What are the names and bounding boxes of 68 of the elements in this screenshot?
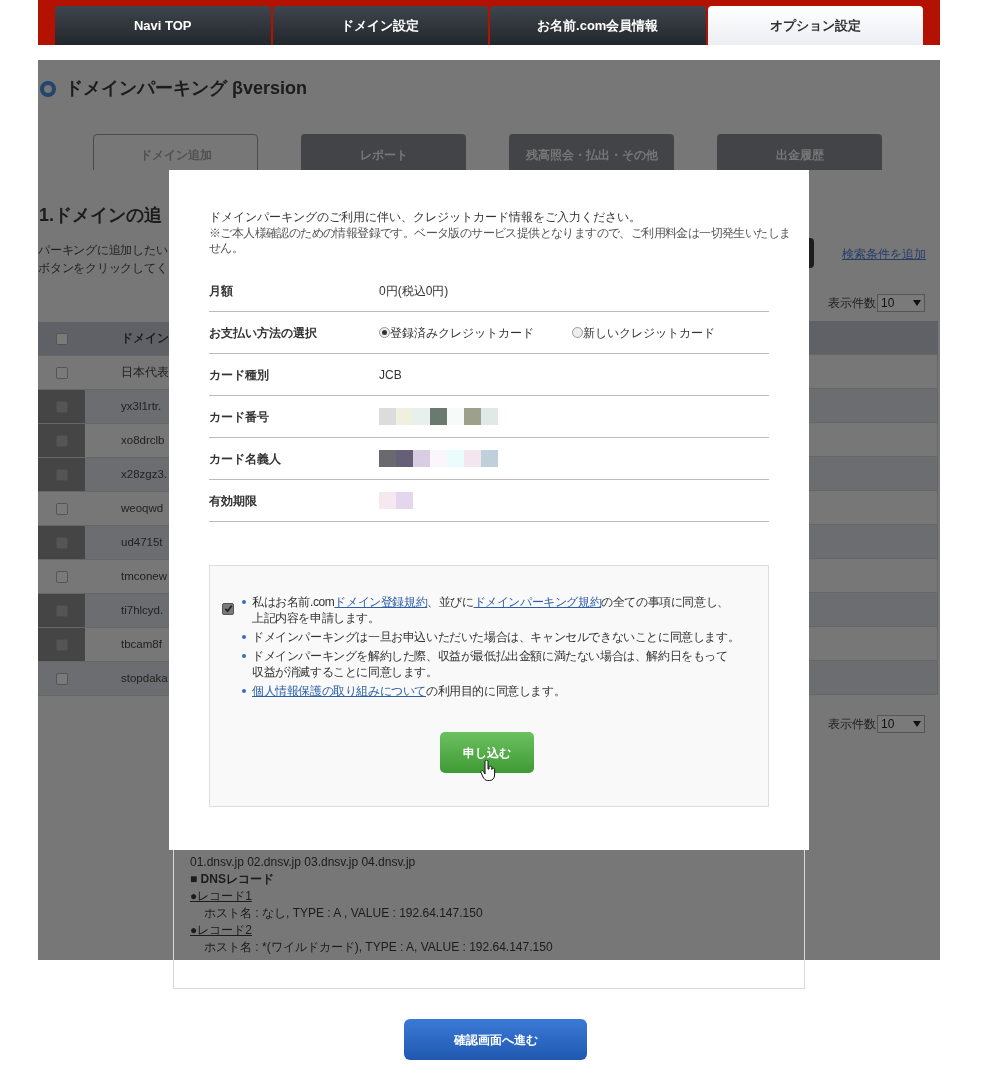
radio-label: 新しいクレジットカード xyxy=(583,324,715,342)
hand-cursor-icon xyxy=(480,760,496,782)
intro-text: ドメインパーキングのご利用に伴い、クレジットカード情報をご入力ください。 xyxy=(209,209,642,226)
radio-label: 登録済みクレジットカード xyxy=(390,324,534,342)
nav-tab[interactable]: オプション設定 xyxy=(707,6,923,45)
record-link[interactable]: ●レコード1 xyxy=(190,888,252,905)
field-label: カード番号 xyxy=(209,408,270,426)
bullet-icon xyxy=(242,600,246,604)
note-text: ※ご本人様確認のための情報登録です。ベータ版のサービス提供となりますので、ご利用料金は一切発生いたしません。 xyxy=(209,226,792,256)
page-title: ドメインパーキング βversion xyxy=(65,77,307,100)
domain-cell-text: weoqwd xyxy=(121,500,164,516)
page-size-select[interactable]: 10 xyxy=(877,294,925,312)
domain-cell-text: x28zgz3. xyxy=(121,466,168,482)
dropdown-caret-icon xyxy=(913,721,921,727)
instruction-text: パーキングに追加したい xyxy=(38,242,169,259)
nav-tab[interactable]: お名前.com会員情報 xyxy=(490,6,706,45)
bullet-icon xyxy=(242,689,246,693)
terms-link[interactable]: ドメイン登録規約 xyxy=(334,595,428,609)
terms-text: ドメインパーキングを解約した際、収益が最低払出金額に満たない場合は、解約日をもって 収益が消滅することに同意します。 xyxy=(252,648,728,680)
domain-cell-text: xo8drclb xyxy=(121,432,165,448)
terms-text: 私はお名前.com ドメイン登録規約、並びに ドメインパーキング規約の全ての事項に同意し、 上記内容を申請します。 xyxy=(252,594,729,626)
checkbox[interactable] xyxy=(55,570,68,583)
terms-link[interactable]: 個人情報保護の取り組みについて xyxy=(252,684,426,698)
field-label: カード名義人 xyxy=(209,450,282,468)
checkbox[interactable] xyxy=(55,502,68,515)
bullet-icon xyxy=(242,654,246,658)
field-label: お支払い方法の選択 xyxy=(209,324,318,342)
domain-cell-text: yx3l1rtr. xyxy=(121,398,162,414)
field-value: 0円(税込0円) xyxy=(379,282,449,300)
domain-cell-text: tmconew xyxy=(121,568,168,584)
record-link[interactable]: ●レコード2 xyxy=(190,922,252,939)
bullet-icon xyxy=(242,635,246,639)
radio-button[interactable] xyxy=(572,327,583,338)
nav-tab[interactable]: ドメイン設定 xyxy=(272,6,488,45)
add-search-condition-link[interactable]: 検索条件を追加 xyxy=(842,245,926,263)
dropdown-caret-icon xyxy=(913,300,921,306)
search-button[interactable] xyxy=(809,238,814,268)
page-size-label: 表示件数 xyxy=(828,295,876,312)
masked-value-drawing xyxy=(379,492,413,509)
nav-tab[interactable]: Navi TOP xyxy=(55,6,271,45)
domain-cell-text: 日本代表 xyxy=(121,364,169,380)
page-size-label: 表示件数 xyxy=(828,716,876,733)
page-size-select[interactable]: 10 xyxy=(877,715,925,733)
checkbox[interactable] xyxy=(55,672,68,685)
terms-text: ドメインパーキングは一旦お申込いただいた場合は、キャンセルできないことに同意します。 xyxy=(252,629,740,645)
dns-heading: ■ DNSレコード xyxy=(190,871,274,888)
domain-cell-text: tbcam8f xyxy=(121,636,162,652)
field-label: 有効期限 xyxy=(209,492,258,510)
agree-checkbox[interactable] xyxy=(222,602,234,615)
instruction-text: ボタンをクリックしてく xyxy=(38,260,169,277)
field-value: JCB xyxy=(379,366,402,384)
submit-button[interactable]: 申し込む xyxy=(440,732,534,773)
domain-cell-text: ti7hlcyd. xyxy=(121,602,164,618)
field-label: カード種別 xyxy=(209,366,270,384)
dns-text: ホスト名 : *(ワイルドカード), TYPE : A, VALUE : 192.64.147.150 xyxy=(203,939,553,956)
checkbox[interactable] xyxy=(55,332,68,345)
dns-text: 01.dnsv.jp 02.dnsv.jp 03.dnsv.jp 04.dnsv.jp xyxy=(190,854,416,871)
field-label: 月額 xyxy=(209,282,234,300)
column-header: ドメイン xyxy=(121,330,169,346)
domain-cell-text: ud4715t xyxy=(121,534,163,550)
radio-button[interactable] xyxy=(379,327,390,338)
section-heading: 1.ドメインの追 xyxy=(38,204,163,227)
confirm-button[interactable]: 確認画面へ進む xyxy=(404,1019,587,1060)
domain-cell-text: stopdaka xyxy=(121,670,168,686)
checkbox[interactable] xyxy=(55,366,68,379)
dns-text: ホスト名 : なし, TYPE : A , VALUE : 192.64.147.150 xyxy=(203,905,483,922)
terms-text: 個人情報保護の取り組みについての利用目的に同意します。 xyxy=(252,683,566,699)
terms-link[interactable]: ドメインパーキング規約 xyxy=(473,595,602,609)
